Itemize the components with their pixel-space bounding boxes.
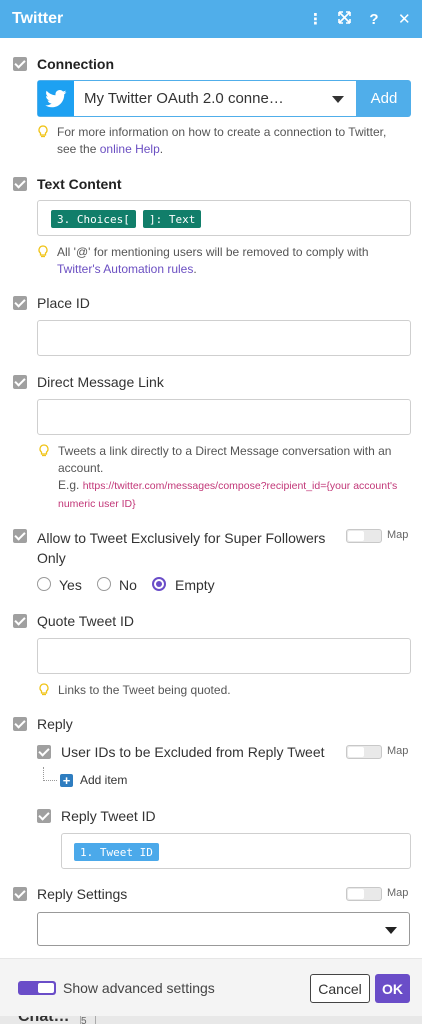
place-id-label: Place ID bbox=[37, 295, 90, 311]
radio-empty[interactable] bbox=[152, 577, 166, 591]
choices-pill[interactable]: 3. Choices[ bbox=[51, 210, 136, 228]
reply-settings-map-toggle[interactable] bbox=[346, 887, 382, 901]
lightbulb-icon bbox=[39, 683, 49, 696]
dm-link-label: Direct Message Link bbox=[37, 374, 164, 390]
dm-link-hint: Tweets a link directly to a Direct Messa… bbox=[39, 443, 403, 513]
advanced-settings-toggle[interactable] bbox=[18, 981, 56, 995]
header-actions: ⋮ ? ✕ bbox=[308, 10, 411, 29]
connection-checkbox[interactable] bbox=[13, 57, 27, 71]
ok-button[interactable]: OK bbox=[375, 974, 410, 1003]
super-followers-map-label: Map bbox=[387, 529, 409, 541]
radio-no-label: No bbox=[119, 577, 137, 593]
background-text: Chat… bbox=[18, 1016, 70, 1024]
dm-link-input[interactable] bbox=[37, 399, 411, 435]
help-icon[interactable]: ? bbox=[368, 11, 380, 28]
add-connection-button[interactable]: Add bbox=[357, 80, 411, 117]
twitter-bird-icon bbox=[38, 81, 74, 116]
tree-connector bbox=[43, 767, 57, 781]
radio-no[interactable] bbox=[97, 577, 111, 591]
radio-yes[interactable] bbox=[37, 577, 51, 591]
more-vertical-icon[interactable]: ⋮ bbox=[308, 10, 323, 28]
reply-settings-select[interactable] bbox=[37, 912, 410, 946]
module-header: Twitter ⋮ ? ✕ bbox=[0, 0, 422, 38]
module-form: Connection My Twitter OAuth 2.0 conne… A… bbox=[0, 38, 422, 958]
online-help-link[interactable]: online Help bbox=[100, 142, 160, 156]
radio-yes-label: Yes bbox=[59, 577, 82, 593]
quote-tweet-label: Quote Tweet ID bbox=[37, 613, 135, 629]
reply-tweet-label: Reply Tweet ID bbox=[61, 808, 156, 824]
background-badge: 5 bbox=[80, 1016, 96, 1024]
tweet-id-pill[interactable]: 1. Tweet ID bbox=[74, 843, 159, 861]
cancel-button[interactable]: Cancel bbox=[310, 974, 370, 1003]
advanced-settings-label: Show advanced settings bbox=[63, 980, 215, 996]
chevron-down-icon bbox=[332, 96, 344, 103]
text-content-checkbox[interactable] bbox=[13, 177, 27, 191]
plus-icon[interactable]: + bbox=[60, 774, 73, 787]
place-id-checkbox[interactable] bbox=[13, 296, 27, 310]
close-icon[interactable]: ✕ bbox=[398, 10, 411, 28]
lightbulb-icon bbox=[38, 245, 48, 258]
reply-tweet-input[interactable]: 1. Tweet ID bbox=[61, 833, 411, 869]
connection-row: My Twitter OAuth 2.0 conne… Add bbox=[37, 80, 411, 117]
excluded-users-map-toggle[interactable] bbox=[346, 745, 382, 759]
lightbulb-icon bbox=[38, 125, 48, 138]
excluded-users-label: User IDs to be Excluded from Reply Tweet bbox=[61, 744, 325, 760]
super-followers-checkbox[interactable] bbox=[13, 529, 27, 543]
lightbulb-icon bbox=[39, 444, 49, 457]
reply-label: Reply bbox=[37, 716, 73, 732]
connection-select[interactable]: My Twitter OAuth 2.0 conne… bbox=[37, 80, 357, 117]
dm-example-url: https://twitter.com/messages/compose?rec… bbox=[58, 480, 398, 510]
text-content-hint: All '@' for mentioning users will be rem… bbox=[38, 244, 402, 278]
text-pill[interactable]: ]: Text bbox=[143, 210, 202, 228]
chevron-down-icon bbox=[385, 927, 397, 934]
excluded-users-checkbox[interactable] bbox=[37, 745, 51, 759]
super-followers-map-toggle[interactable] bbox=[346, 529, 382, 543]
connection-selected-value: My Twitter OAuth 2.0 conne… bbox=[84, 90, 284, 107]
super-followers-label: Allow to Tweet Exclusively for Super Fol… bbox=[37, 530, 326, 566]
connection-hint: For more information on how to create a … bbox=[38, 124, 402, 158]
text-content-label: Text Content bbox=[37, 176, 122, 192]
add-item-button[interactable]: Add item bbox=[80, 773, 127, 787]
module-footer: Show advanced settings Cancel OK bbox=[0, 958, 422, 1016]
module-title: Twitter bbox=[12, 10, 64, 27]
radio-empty-label: Empty bbox=[175, 577, 215, 593]
quote-tweet-hint: Links to the Tweet being quoted. bbox=[39, 682, 403, 699]
quote-tweet-input[interactable] bbox=[37, 638, 411, 674]
expand-icon[interactable] bbox=[338, 10, 351, 28]
reply-settings-label: Reply Settings bbox=[37, 886, 128, 902]
place-id-input[interactable] bbox=[37, 320, 411, 356]
dm-link-checkbox[interactable] bbox=[13, 375, 27, 389]
excluded-users-map-label: Map bbox=[387, 745, 409, 757]
reply-settings-map-label: Map bbox=[387, 887, 409, 899]
background-strip: Chat… 5 bbox=[0, 1016, 422, 1024]
reply-settings-checkbox[interactable] bbox=[13, 887, 27, 901]
connection-label: Connection bbox=[37, 56, 114, 72]
text-content-input[interactable]: 3. Choices[ ]: Text bbox=[37, 200, 411, 236]
reply-tweet-checkbox[interactable] bbox=[37, 809, 51, 823]
automation-rules-link[interactable]: Twitter's Automation rules bbox=[57, 262, 193, 276]
reply-checkbox[interactable] bbox=[13, 717, 27, 731]
quote-tweet-checkbox[interactable] bbox=[13, 614, 27, 628]
